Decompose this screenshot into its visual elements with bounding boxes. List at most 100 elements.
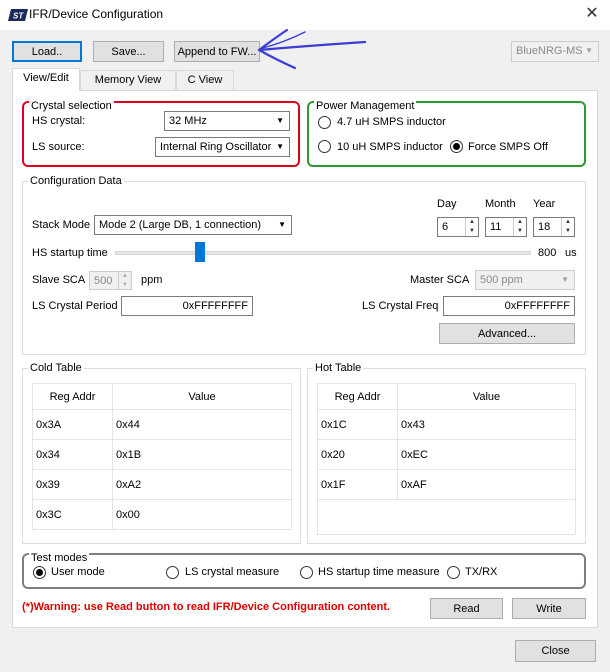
spin-down-icon[interactable]: ▼ — [466, 227, 478, 236]
spin-down-icon[interactable]: ▼ — [562, 227, 574, 236]
day-label: Day — [437, 198, 457, 210]
ls-source-select[interactable]: Internal Ring Oscillator ▼ — [155, 137, 290, 157]
ls-crystal-freq-label: LS Crystal Freq — [362, 300, 439, 312]
tab-view-edit[interactable]: View/Edit — [12, 68, 80, 91]
st-logo-icon: ST — [8, 9, 28, 21]
load-button[interactable]: Load.. — [12, 41, 82, 62]
month-label: Month — [485, 198, 516, 210]
hot-col-value: Value — [397, 383, 576, 410]
hs-startup-unit: us — [565, 247, 577, 259]
crystal-selection-title: Crystal selection — [29, 100, 114, 112]
ls-crystal-freq-field[interactable]: 0xFFFFFFFF — [443, 296, 575, 316]
cold-cell-value[interactable]: 0x1B — [112, 439, 292, 470]
ls-crystal-period-field[interactable]: 0xFFFFFFFF — [121, 296, 253, 316]
stack-mode-select[interactable]: Mode 2 (Large DB, 1 connection) ▼ — [94, 215, 292, 235]
hs-crystal-label: HS crystal: — [32, 115, 86, 127]
day-value: 6 — [442, 221, 449, 233]
spin-up-icon[interactable]: ▲ — [562, 218, 574, 227]
table-row[interactable]: 0x3C 0x00 — [32, 499, 292, 530]
hot-cell-value[interactable]: 0xAF — [397, 469, 576, 500]
spin-down-icon[interactable]: ▼ — [514, 227, 526, 236]
slave-sca-unit: ppm — [141, 274, 163, 286]
cold-cell-addr[interactable]: 0x3A — [32, 409, 113, 440]
radio-tx-rx[interactable] — [447, 566, 460, 579]
cold-cell-value[interactable]: 0x00 — [112, 499, 292, 530]
close-icon[interactable]: ✕ — [580, 4, 604, 24]
radio-4-7uh-label: 4.7 uH SMPS inductor — [337, 116, 446, 128]
hot-col-reg-addr: Reg Addr — [317, 383, 398, 410]
table-row[interactable]: 0x20 0xEC — [317, 439, 576, 470]
year-stepper[interactable]: 18 ▲ ▼ — [533, 217, 575, 237]
chevron-down-icon: ▼ — [561, 275, 569, 284]
cold-cell-addr[interactable]: 0x3C — [32, 499, 113, 530]
close-button[interactable]: Close — [515, 640, 596, 662]
svg-text:ST: ST — [13, 12, 24, 21]
read-button[interactable]: Read — [430, 598, 503, 619]
device-select-value: BlueNRG-MS — [516, 45, 583, 57]
configuration-data-title: Configuration Data — [28, 175, 124, 187]
write-button[interactable]: Write — [512, 598, 586, 619]
table-row[interactable]: 0x3A 0x44 — [32, 409, 292, 440]
table-row[interactable]: 0x39 0xA2 — [32, 469, 292, 500]
ls-source-label: LS source: — [32, 141, 85, 153]
spin-up-icon[interactable]: ▲ — [514, 218, 526, 227]
radio-10uh[interactable] — [318, 140, 331, 153]
slave-sca-value: 500 — [94, 275, 113, 287]
radio-user-mode-label: User mode — [51, 566, 105, 578]
year-label: Year — [533, 198, 556, 210]
hs-crystal-value: 32 MHz — [169, 115, 207, 127]
chevron-down-icon: ▼ — [276, 116, 284, 125]
year-value: 18 — [538, 221, 551, 233]
save-button[interactable]: Save... — [93, 41, 164, 62]
hot-cell-addr[interactable]: 0x20 — [317, 439, 398, 470]
cold-col-reg-addr: Reg Addr — [32, 383, 113, 410]
hs-startup-slider-track[interactable] — [115, 251, 531, 255]
stack-mode-value: Mode 2 (Large DB, 1 connection) — [99, 219, 262, 231]
hot-cell-value[interactable]: 0x43 — [397, 409, 576, 440]
tab-panel — [12, 90, 598, 628]
append-to-fw-button[interactable]: Append to FW... — [174, 41, 260, 62]
hot-cell-addr[interactable]: 0x1F — [317, 469, 398, 500]
hot-cell-value[interactable]: 0xEC — [397, 439, 576, 470]
table-row[interactable]: 0x1F 0xAF — [317, 469, 576, 500]
test-modes-title: Test modes — [29, 552, 90, 564]
ls-crystal-period-label: LS Crystal Period — [32, 300, 118, 312]
chevron-down-icon: ▼ — [276, 142, 284, 151]
advanced-button[interactable]: Advanced... — [439, 323, 575, 344]
cold-cell-value[interactable]: 0xA2 — [112, 469, 292, 500]
hot-table-title: Hot Table — [313, 362, 364, 374]
hot-cell-addr[interactable]: 0x1C — [317, 409, 398, 440]
day-stepper[interactable]: 6 ▲ ▼ — [437, 217, 479, 237]
cold-table: Reg Addr Value 0x3A 0x44 0x34 0x1B 0x39 0xA… — [32, 383, 292, 530]
hs-startup-slider-thumb[interactable] — [195, 242, 205, 262]
cold-table-title: Cold Table — [28, 362, 84, 374]
hs-startup-value: 800 — [538, 247, 557, 259]
tab-memory-view[interactable]: Memory View — [80, 70, 176, 90]
month-stepper[interactable]: 11 ▲ ▼ — [485, 217, 527, 237]
radio-force-smps-off[interactable] — [450, 140, 463, 153]
tab-c-view[interactable]: C View — [176, 70, 234, 90]
hs-crystal-select[interactable]: 32 MHz ▼ — [164, 111, 290, 131]
radio-10uh-label: 10 uH SMPS inductor — [337, 141, 443, 153]
radio-tx-rx-label: TX/RX — [465, 566, 498, 578]
slave-sca-label: Slave SCA — [32, 274, 86, 286]
radio-ls-crystal-measure[interactable] — [166, 566, 179, 579]
radio-hs-startup-measure[interactable] — [300, 566, 313, 579]
cold-col-value: Value — [112, 383, 292, 410]
radio-4-7uh[interactable] — [318, 116, 331, 129]
annotation-arrow-icon — [257, 28, 367, 70]
month-value: 11 — [490, 221, 502, 233]
spin-up-icon: ▲ — [122, 273, 128, 279]
spin-up-icon[interactable]: ▲ — [466, 218, 478, 227]
cold-cell-value[interactable]: 0x44 — [112, 409, 292, 440]
chevron-down-icon: ▼ — [278, 220, 286, 229]
table-row[interactable]: 0x1C 0x43 — [317, 409, 576, 440]
cold-cell-addr[interactable]: 0x34 — [32, 439, 113, 470]
radio-user-mode[interactable] — [33, 566, 46, 579]
warning-text: (*)Warning: use Read button to read IFR/… — [22, 601, 391, 613]
window-title: IFR/Device Configuration — [29, 7, 164, 21]
cold-cell-addr[interactable]: 0x39 — [32, 469, 113, 500]
table-row[interactable]: 0x34 0x1B — [32, 439, 292, 470]
master-sca-select: 500 ppm ▼ — [475, 270, 575, 290]
power-management-title: Power Management — [314, 100, 417, 112]
